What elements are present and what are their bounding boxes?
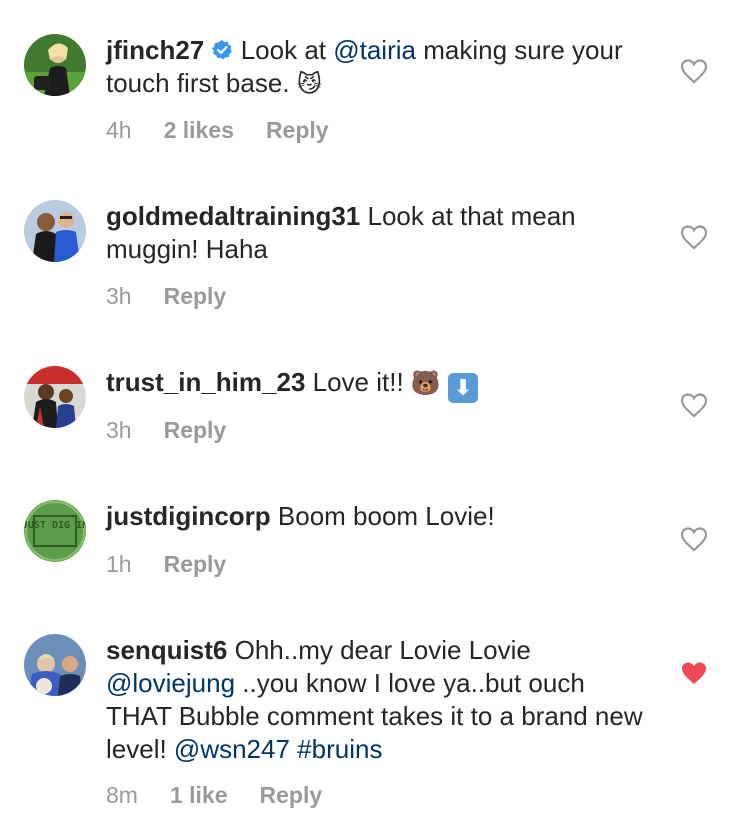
heart-outline-icon[interactable] (680, 392, 708, 418)
heart-outline-icon[interactable] (680, 526, 708, 552)
comment-text: senquist6 Ohh..my dear Lovie Lovie @lovi… (106, 635, 643, 764)
likes-count[interactable]: 2 likes (164, 117, 234, 144)
avatar[interactable] (24, 34, 86, 96)
username[interactable]: trust_in_him_23 (106, 367, 305, 397)
comment-meta: 3h Reply (106, 283, 258, 310)
comment-text: goldmedaltraining31 Look at that mean mu… (106, 201, 576, 264)
mention-link[interactable]: @loviejung (106, 668, 235, 698)
comment-time: 3h (106, 283, 132, 309)
svg-text:JUST DIG IN: JUST DIG IN (24, 520, 86, 531)
likes-count[interactable]: 1 like (170, 782, 228, 809)
reply-button[interactable]: Reply (266, 117, 329, 144)
comment-time: 3h (106, 417, 132, 443)
comment-meta: 4h 2 likes Reply (106, 117, 361, 144)
heart-filled-icon[interactable] (680, 660, 708, 686)
hashtag-link[interactable]: #bruins (297, 734, 382, 764)
heart-outline-icon[interactable] (680, 224, 708, 250)
comment-meta: 1h Reply (106, 551, 258, 578)
bear-emoji-icon: 🐻 (410, 370, 441, 397)
comment-meta: 3h Reply (106, 417, 258, 444)
username[interactable]: jfinch27 (106, 35, 204, 65)
comment-text: justdigincorp Boom boom Lovie! (106, 501, 495, 531)
heart-outline-icon[interactable] (680, 58, 708, 84)
reply-button[interactable]: Reply (164, 283, 227, 310)
reply-button[interactable]: Reply (164, 551, 227, 578)
avatar[interactable] (24, 200, 86, 262)
comment-time: 4h (106, 117, 132, 143)
comment-time: 1h (106, 551, 132, 577)
comment-text: trust_in_him_23 Love it!! 🐻 ⬇ (106, 366, 646, 403)
mention-link[interactable]: @wsn247 (174, 734, 290, 764)
verified-badge-icon (211, 35, 240, 65)
avatar[interactable]: JUST DIG IN (24, 500, 86, 562)
username[interactable]: senquist6 (106, 635, 227, 665)
avatar[interactable] (24, 366, 86, 428)
avatar[interactable] (24, 634, 86, 696)
username[interactable]: goldmedaltraining31 (106, 201, 360, 231)
comment-meta: 8m 1 like Reply (106, 782, 354, 809)
mention-link[interactable]: @tairia (333, 35, 416, 65)
smirking-cat-emoji-icon: 😼 (296, 71, 322, 98)
reply-button[interactable]: Reply (164, 417, 227, 444)
username[interactable]: justdigincorp (106, 501, 271, 531)
down-arrow-emoji-icon: ⬇ (448, 373, 479, 403)
comment-time: 8m (106, 782, 138, 808)
reply-button[interactable]: Reply (260, 782, 323, 809)
comment-text: jfinch27 Look at @tairia making sure you… (106, 35, 623, 98)
